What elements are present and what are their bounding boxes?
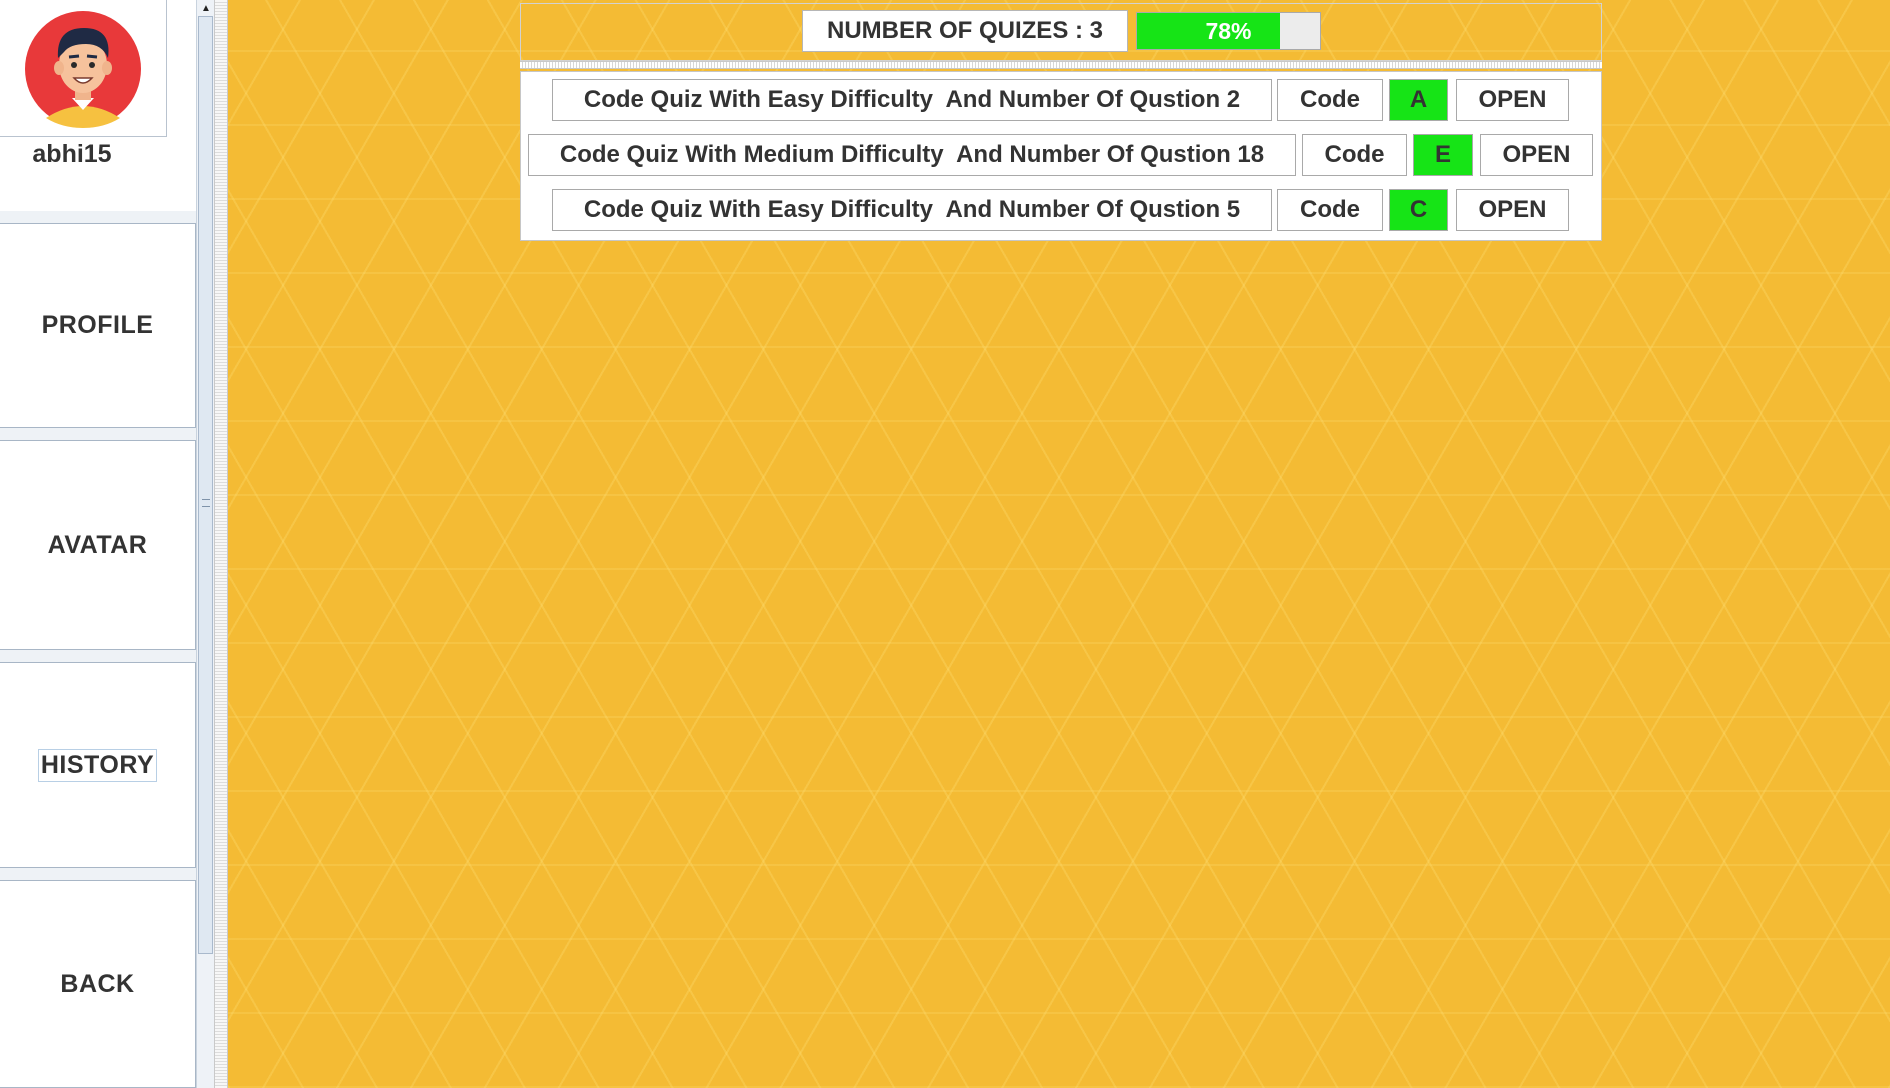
quiz-title-button[interactable]: Code Quiz With Medium Difficulty And Num… [528,134,1296,176]
quiz-title-button[interactable]: Code Quiz With Easy Difficulty And Numbe… [552,79,1272,121]
quiz-code-label[interactable]: Code [1277,79,1383,121]
back-button[interactable]: BACK [0,880,196,1088]
history-button[interactable]: HISTORY [0,662,196,868]
nav-separator [0,211,196,223]
avatar [25,11,141,128]
sidebar-scrollbar[interactable]: ▲ [196,0,214,1088]
avatar-frame [0,0,167,137]
quiz-count-label: NUMBER OF QUIZES : 3 [802,10,1128,52]
back-button-label: BACK [60,969,135,998]
avatar-button-label: AVATAR [47,530,148,559]
quiz-open-button[interactable]: OPEN [1456,79,1569,121]
progress-bar: 78% [1136,12,1321,50]
avatar-button[interactable]: AVATAR [0,440,196,650]
username-label: abhi15 [32,140,112,168]
quiz-code-badge[interactable]: C [1389,189,1448,231]
scrollbar-thumb[interactable] [198,16,213,954]
nav-separator [0,868,196,880]
split-pane-divider[interactable] [214,0,228,1088]
history-button-label: HISTORY [37,748,158,782]
quiz-title-button[interactable]: Code Quiz With Easy Difficulty And Numbe… [552,189,1272,231]
sidebar: abhi15 PROFILE AVATAR HISTORY BACK [0,0,196,1088]
nav-separator [0,428,196,440]
progress-bar-label: 78% [1205,17,1252,44]
nav-separator [0,650,196,662]
scroll-grip-icon [202,499,210,507]
quiz-code-badge[interactable]: A [1389,79,1448,121]
quiz-open-button[interactable]: OPEN [1456,189,1569,231]
header-separator [520,61,1602,69]
quiz-code-label[interactable]: Code [1302,134,1407,176]
quiz-open-button[interactable]: OPEN [1480,134,1593,176]
scroll-up-arrow-icon[interactable]: ▲ [198,0,214,16]
profile-button[interactable]: PROFILE [0,223,196,428]
quiz-code-badge[interactable]: E [1413,134,1473,176]
quiz-code-label[interactable]: Code [1277,189,1383,231]
profile-button-label: PROFILE [41,311,154,339]
